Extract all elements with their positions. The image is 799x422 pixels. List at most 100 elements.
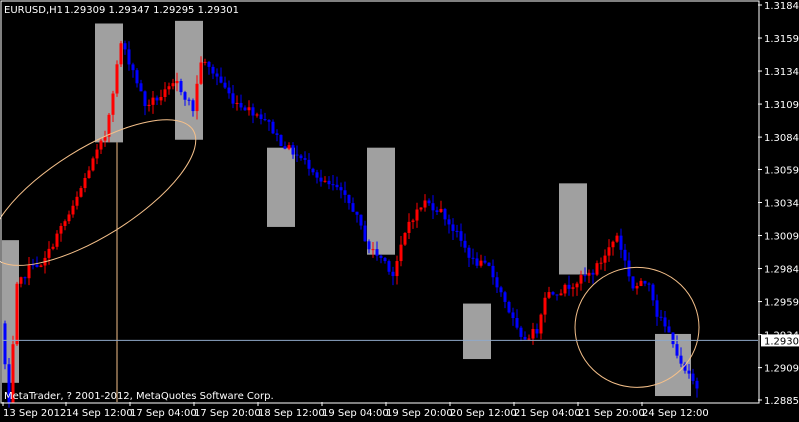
candle-body (331, 184, 335, 186)
candle-body (35, 264, 39, 267)
candle-body (359, 214, 363, 226)
candle-body (135, 70, 139, 84)
candle-body (219, 76, 223, 83)
candle-body (659, 316, 663, 318)
candle-body (423, 200, 427, 208)
candle-body (579, 275, 583, 284)
candle-body (259, 114, 263, 119)
candle-body (207, 61, 211, 67)
candle-body (343, 190, 347, 195)
candle-body (335, 184, 339, 188)
candle-body (671, 332, 675, 345)
candle-body (647, 283, 651, 285)
candle-body (615, 235, 619, 242)
price-chart[interactable]: 1.31840 1.31590 1.31340 1.31090 1.30840 1.305… (0, 0, 799, 422)
candle-body (415, 209, 419, 221)
candle-body (123, 43, 127, 50)
candle-body (695, 380, 699, 389)
candle-body (311, 168, 315, 173)
candle-body (407, 221, 411, 233)
candle-body (543, 297, 547, 315)
candle-body (139, 83, 143, 92)
candle-body (171, 83, 175, 87)
candle-body (399, 244, 403, 262)
candle-body (323, 180, 327, 182)
candle-body (619, 235, 623, 250)
candle-body (463, 240, 467, 248)
time-tick-label: 19 Sep 20:00 (386, 408, 453, 419)
price-tick-label: 1.29595 (764, 298, 799, 309)
candle-body (267, 120, 271, 122)
candle-body (447, 219, 451, 225)
candle-body (251, 107, 255, 116)
candle-body (575, 283, 579, 288)
candle-body (191, 100, 195, 112)
candle-body (491, 265, 495, 278)
candle-body (63, 221, 67, 226)
zone-4 (267, 147, 295, 227)
candle-body (107, 114, 111, 137)
candle-body (487, 262, 491, 266)
candle-body (195, 83, 199, 112)
candle-body (299, 155, 303, 159)
candle-body (687, 370, 691, 374)
zone-6 (463, 303, 491, 360)
candle-body (103, 136, 107, 141)
candle-body (235, 102, 239, 104)
candle-body (163, 89, 167, 97)
candle-body (95, 149, 99, 159)
candle-body (571, 287, 575, 289)
candle-body (179, 81, 183, 93)
candle-body (143, 91, 147, 107)
candle-body (499, 287, 503, 293)
candle-body (79, 188, 83, 197)
candle-body (531, 329, 535, 339)
candle-body (439, 208, 443, 212)
candle-body (639, 280, 643, 286)
candle-body (327, 180, 331, 185)
candle-body (507, 301, 511, 313)
candle-body (451, 224, 455, 231)
current-price-label: 1.29301 (764, 336, 799, 347)
candle-body (155, 97, 159, 101)
candle-body (271, 121, 275, 134)
candle-body (115, 64, 119, 94)
candle-body (379, 255, 383, 258)
price-tick-label: 1.31090 (764, 100, 799, 111)
candle-body (455, 230, 459, 232)
candle-body (315, 172, 319, 178)
candle-body (27, 264, 31, 279)
price-tick-label: 1.31340 (764, 67, 799, 78)
candle-body (495, 277, 499, 288)
candle-body (555, 294, 559, 296)
candle-body (227, 87, 231, 94)
candle-body (567, 284, 571, 289)
candle-body (663, 317, 667, 327)
candle-body (667, 326, 671, 333)
chart-window[interactable]: 1.31840 1.31590 1.31340 1.31090 1.30840 1.305… (0, 0, 799, 422)
candle-body (111, 93, 115, 115)
time-tick-label: 21 Sep 20:00 (578, 408, 645, 419)
candle-body (187, 99, 191, 101)
candle-body (459, 231, 463, 241)
candle-body (519, 327, 523, 337)
candle-body (223, 82, 227, 88)
candle-body (435, 210, 439, 212)
time-tick-label: 21 Sep 04:00 (514, 408, 581, 419)
zone-3 (175, 20, 203, 140)
candle-body (3, 323, 7, 365)
candle-body (483, 260, 487, 263)
copyright-text: MetaTrader, ? 2001-2012, MetaQuotes Soft… (4, 391, 274, 402)
candle-body (515, 318, 519, 328)
candle-body (239, 102, 243, 108)
candle-body (391, 271, 395, 277)
candle-body (523, 336, 527, 340)
candle-body (83, 177, 87, 189)
candle-body (679, 355, 683, 364)
candle-body (691, 373, 695, 381)
ohlc-values: 1.29309 1.29347 1.29295 1.29301 (64, 5, 239, 16)
time-tick-label: 20 Sep 12:00 (450, 408, 517, 419)
price-tick-label: 1.30095 (764, 232, 799, 243)
candle-body (431, 203, 435, 211)
candle-body (211, 66, 215, 74)
